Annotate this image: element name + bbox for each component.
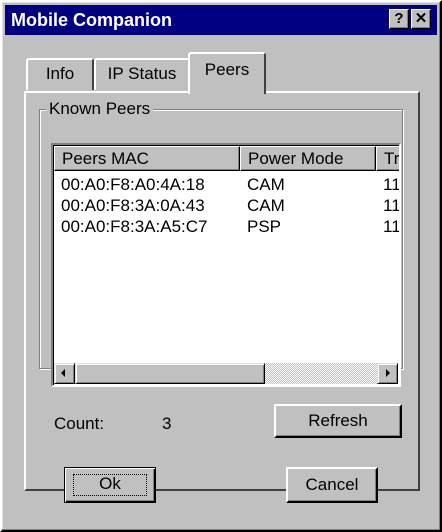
peer-power-mode: CAM: [247, 196, 285, 215]
peer-mac: 00:A0:F8:3A:A5:C7: [61, 217, 208, 236]
peer-tr: 11: [383, 217, 401, 236]
peer-power-mode: CAM: [247, 175, 285, 194]
scrollbar-thumb[interactable]: [75, 363, 265, 384]
tab-ip-status[interactable]: IP Status: [94, 58, 190, 90]
peers-list-header: Peers MAC Power Mode Tr: [54, 146, 399, 171]
close-button[interactable]: ✕: [411, 9, 431, 29]
ok-button-label: Ok: [99, 474, 121, 493]
column-header-power-mode[interactable]: Power Mode: [240, 146, 376, 171]
peer-mac: 00:A0:F8:3A:0A:43: [61, 196, 205, 215]
peer-tr: 11: [383, 196, 401, 215]
peer-power-mode: PSP: [247, 217, 282, 236]
tab-ip-status-label: IP Status: [107, 64, 177, 83]
known-peers-label: Known Peers: [46, 99, 154, 119]
tab-info[interactable]: Info: [26, 58, 94, 90]
column-header-tr[interactable]: Tr: [376, 146, 399, 171]
tab-peers-label: Peers: [204, 60, 250, 79]
cancel-button[interactable]: Cancel: [286, 467, 378, 503]
help-button[interactable]: ?: [389, 9, 409, 29]
list-item[interactable]: 00:A0:F8:3A:0A:43 CAM 11: [54, 195, 401, 216]
column-header-peers-mac[interactable]: Peers MAC: [54, 146, 240, 171]
tab-info-label: Info: [45, 64, 75, 83]
horizontal-scrollbar[interactable]: [54, 363, 398, 384]
title-bar[interactable]: Mobile Companion ? ✕: [5, 5, 437, 35]
window-title: Mobile Companion: [11, 10, 172, 30]
refresh-button[interactable]: Refresh: [274, 404, 402, 438]
ok-button[interactable]: Ok: [64, 467, 156, 503]
peer-tr: 11: [383, 175, 401, 194]
scroll-right-button[interactable]: [377, 363, 398, 384]
tab-peers[interactable]: Peers: [188, 52, 266, 94]
scroll-left-button[interactable]: [54, 363, 75, 384]
scrollbar-track[interactable]: [265, 363, 377, 384]
arrow-right-icon: [386, 369, 390, 377]
peer-mac: 00:A0:F8:A0:4A:18: [61, 175, 205, 194]
mobile-companion-window: Mobile Companion ? ✕ Info IP Status Peer…: [0, 0, 442, 532]
peers-list[interactable]: Peers MAC Power Mode Tr 00:A0:F8:A0:4A:1…: [51, 143, 401, 387]
list-item[interactable]: 00:A0:F8:A0:4A:18 CAM 11: [54, 174, 401, 195]
list-item[interactable]: 00:A0:F8:3A:A5:C7 PSP 11: [54, 216, 401, 237]
arrow-left-icon: [61, 369, 65, 377]
